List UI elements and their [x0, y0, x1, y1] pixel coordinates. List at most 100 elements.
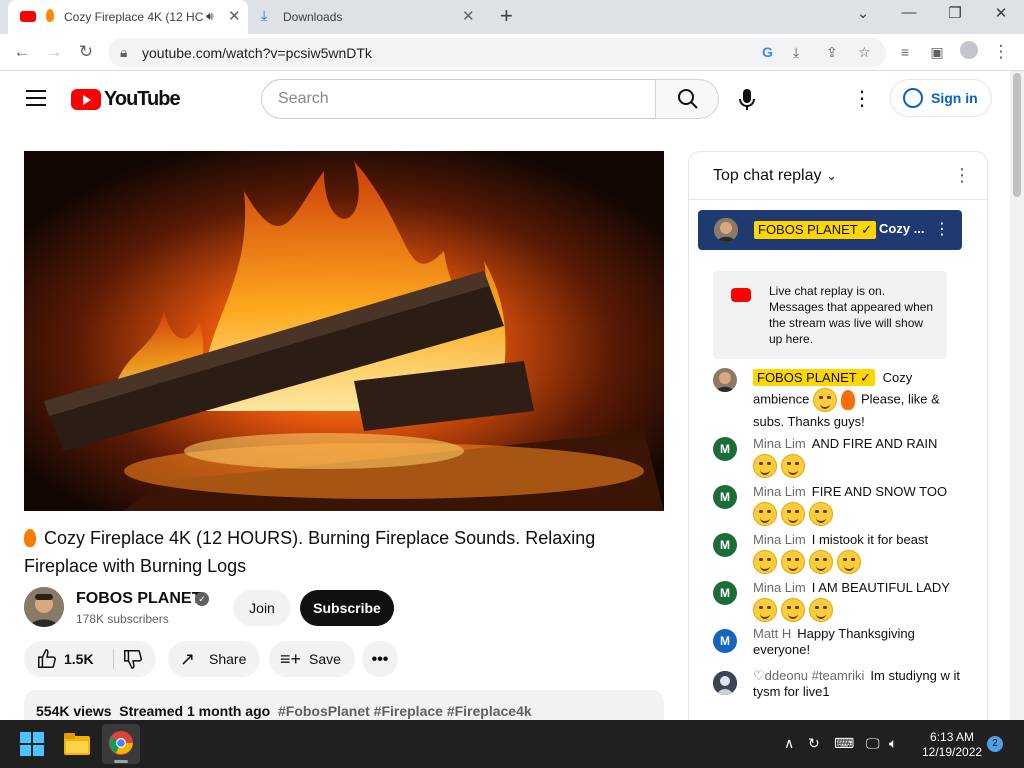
- message-author: Mina Lim: [753, 436, 806, 451]
- chat-message: M Matt H Happy Thanksgiving everyone!: [713, 626, 963, 666]
- join-button[interactable]: Join: [233, 590, 291, 626]
- share-button[interactable]: ↗ Share: [168, 641, 260, 677]
- settings-menu-icon[interactable]: ⋮: [852, 89, 872, 109]
- tab-downloads[interactable]: ⤓ Downloads ✕: [250, 0, 486, 34]
- new-tab-button[interactable]: +: [500, 3, 513, 29]
- chat-menu-icon[interactable]: ⋮: [953, 165, 971, 186]
- close-tab-icon[interactable]: ✕: [228, 7, 241, 25]
- hashtags[interactable]: #FobosPlanet #Fireplace #Fireplace4k: [278, 703, 532, 719]
- youtube-favicon-icon: [20, 11, 36, 22]
- message-text: I AM BEAUTIFUL LADY: [811, 580, 950, 595]
- browser-menu-icon[interactable]: ⋮: [990, 41, 1012, 63]
- chevron-up-icon[interactable]: ∧: [784, 735, 794, 752]
- avatar: [713, 671, 737, 695]
- side-panel-icon[interactable]: ▣: [926, 41, 948, 63]
- voice-search-button[interactable]: [731, 83, 763, 115]
- chevron-down-icon: ⌄: [825, 168, 837, 183]
- avatar: [714, 218, 738, 242]
- date: 12/19/2022: [922, 745, 983, 759]
- address-bar[interactable]: 🔒︎ youtube.com/watch?v=pcsiw5wnDTk G ⤓ ⇪…: [108, 38, 886, 67]
- save-button[interactable]: ≡+ Save: [269, 641, 355, 677]
- windows-start-icon[interactable]: [20, 732, 44, 756]
- chrome-taskbar-button[interactable]: [102, 724, 140, 764]
- sync-icon[interactable]: ↻: [808, 735, 820, 752]
- pinned-menu-icon[interactable]: ⋮: [934, 219, 950, 239]
- search-button[interactable]: [655, 79, 719, 119]
- chat-message: M Mina Lim I mistook it for beast: [713, 530, 963, 574]
- laughing-emoji-icon: [781, 550, 805, 574]
- scrollbar-thumb[interactable]: [1013, 73, 1021, 197]
- file-explorer-icon[interactable]: [64, 733, 90, 755]
- close-window-button[interactable]: ✕: [978, 4, 1024, 22]
- message-body: Mina Lim FIRE AND SNOW TOO: [753, 482, 963, 526]
- download-icon: ⤓: [261, 7, 268, 23]
- grinning-emoji-icon: [809, 502, 833, 526]
- subscribe-button[interactable]: Subscribe: [300, 590, 394, 626]
- back-button[interactable]: ←: [11, 41, 33, 63]
- pinned-message[interactable]: FOBOS PLANET ✓ Cozy ... ⋮: [698, 210, 962, 250]
- chat-mode-dropdown[interactable]: Top chat replay ⌄: [713, 167, 837, 185]
- share-icon[interactable]: ⇪: [826, 44, 838, 61]
- hamburger-menu-icon[interactable]: [26, 90, 46, 106]
- logo-text: YouTube: [104, 88, 181, 110]
- keyboard-icon[interactable]: ⌨: [834, 735, 854, 752]
- forward-button[interactable]: →: [43, 41, 65, 63]
- message-text: AND FIRE AND RAIN: [811, 436, 938, 451]
- fire-emoji-icon: [46, 9, 54, 22]
- bookmark-star-icon[interactable]: ☆: [858, 44, 871, 61]
- message-author: Mina Lim: [753, 580, 806, 595]
- owner-badge: FOBOS PLANET ✓: [753, 369, 875, 386]
- grinning-emoji-icon: [753, 598, 777, 622]
- browser-toolbar: ← → ↻ 🔒︎ youtube.com/watch?v=pcsiw5wnDTk…: [0, 34, 1024, 71]
- close-tab-icon[interactable]: ✕: [462, 7, 475, 25]
- active-indicator: [114, 760, 128, 763]
- avatar: [713, 368, 737, 392]
- notification-badge[interactable]: 2: [987, 736, 1003, 752]
- search-icon: [678, 89, 698, 109]
- like-count: 1.5K: [64, 651, 94, 667]
- video-player[interactable]: [24, 151, 664, 511]
- chat-replay-notice: Live chat replay is on. Messages that ap…: [713, 271, 947, 359]
- avatar: M: [713, 533, 737, 557]
- reload-button[interactable]: ↻: [75, 41, 97, 63]
- grinning-emoji-icon: [781, 502, 805, 526]
- like-dislike-group: 1.5K: [24, 641, 156, 677]
- clock[interactable]: 6:13 AM 12/19/2022: [922, 730, 982, 760]
- tab-title: Cozy Fireplace 4K (12 HC: [64, 10, 204, 24]
- channel-name[interactable]: FOBOS PLANET: [76, 590, 201, 608]
- network-icon[interactable]: 🖵︎: [866, 735, 880, 752]
- share-arrow-icon: ↗: [180, 649, 196, 669]
- playlist-add-icon: ≡+: [280, 649, 302, 669]
- like-button[interactable]: 1.5K: [34, 641, 112, 677]
- sign-in-button[interactable]: Sign in: [890, 79, 992, 117]
- message-body: FOBOS PLANET ✓ Cozy ambience Please, lik…: [753, 368, 963, 432]
- install-icon[interactable]: ⤓: [793, 44, 799, 61]
- time: 6:13 AM: [930, 730, 975, 744]
- page-scrollbar[interactable]: [1010, 71, 1024, 720]
- tab-title: Downloads: [283, 10, 343, 24]
- profile-icon[interactable]: [958, 41, 980, 63]
- more-actions-button[interactable]: •••: [362, 641, 398, 677]
- media-control-icon[interactable]: ≡: [894, 41, 916, 63]
- stream-date: Streamed 1 month ago: [119, 703, 271, 719]
- google-icon[interactable]: G: [762, 44, 773, 60]
- dislike-button[interactable]: [120, 641, 150, 677]
- video-title: Cozy Fireplace 4K (12 HOURS). Burning Fi…: [24, 524, 664, 580]
- message-body: Mina Lim I mistook it for beast: [753, 530, 963, 574]
- tab-youtube[interactable]: Cozy Fireplace 4K (12 HC 🔊︎ ✕: [8, 0, 248, 34]
- channel-avatar[interactable]: [24, 587, 64, 627]
- tab-search-icon[interactable]: ⌄: [840, 4, 886, 22]
- avatar-portrait: [24, 587, 64, 627]
- url-text[interactable]: youtube.com/watch?v=pcsiw5wnDTk: [142, 45, 372, 61]
- volume-icon[interactable]: 🔈︎: [889, 735, 897, 752]
- search-input[interactable]: Search: [261, 79, 657, 119]
- message-text: I mistook it for beast: [811, 532, 929, 547]
- lock-icon[interactable]: 🔒︎: [120, 44, 127, 61]
- youtube-logo[interactable]: YouTube: [71, 88, 181, 111]
- minimize-button[interactable]: —: [886, 4, 932, 21]
- notice-text: Live chat replay is on. Messages that ap…: [769, 284, 934, 346]
- relieved-emoji-icon: [813, 388, 837, 412]
- speaker-icon[interactable]: 🔊︎: [206, 9, 214, 24]
- fireplace-video-frame: [24, 151, 664, 511]
- maximize-button[interactable]: ❐: [932, 4, 978, 22]
